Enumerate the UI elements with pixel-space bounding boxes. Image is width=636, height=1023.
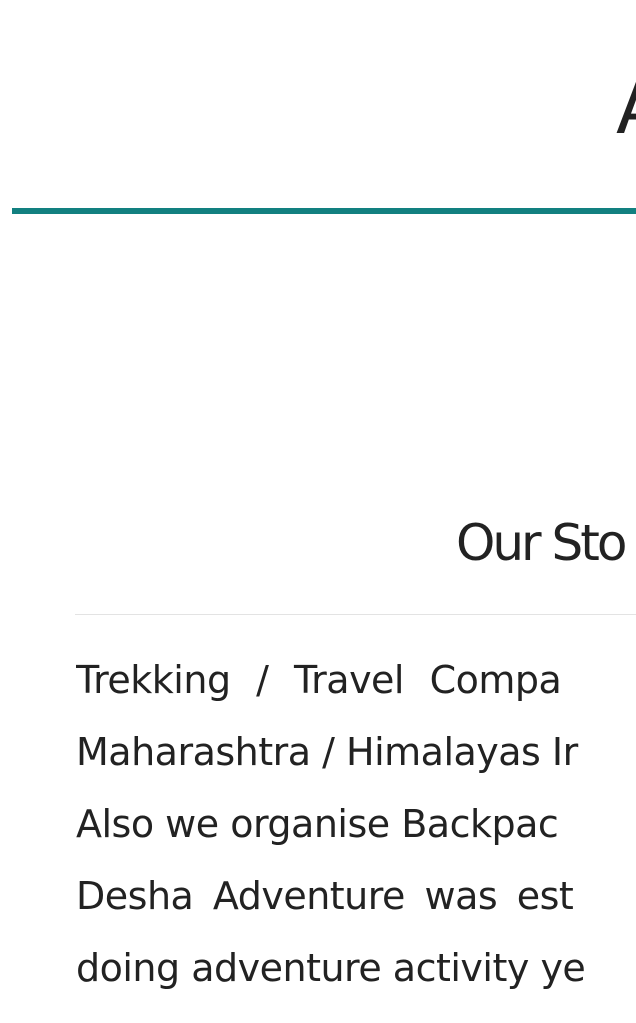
story-line: Also we organise Backpac [76,802,559,846]
story-line: Desha Adventure was est [76,874,574,918]
page-title: A [616,72,636,144]
section-divider [75,614,636,615]
story-line: Trekking / Travel Compa [76,658,562,702]
page-header: A [0,0,636,214]
header-divider [12,208,636,214]
story-line: Maharashtra / Himalayas Ir [76,730,578,774]
story-line: doing adventure activity ye [76,946,586,990]
section-title: Our Sto [456,514,627,572]
story-paragraph: Trekking / Travel Compa Maharashtra / Hi… [76,652,636,1023]
